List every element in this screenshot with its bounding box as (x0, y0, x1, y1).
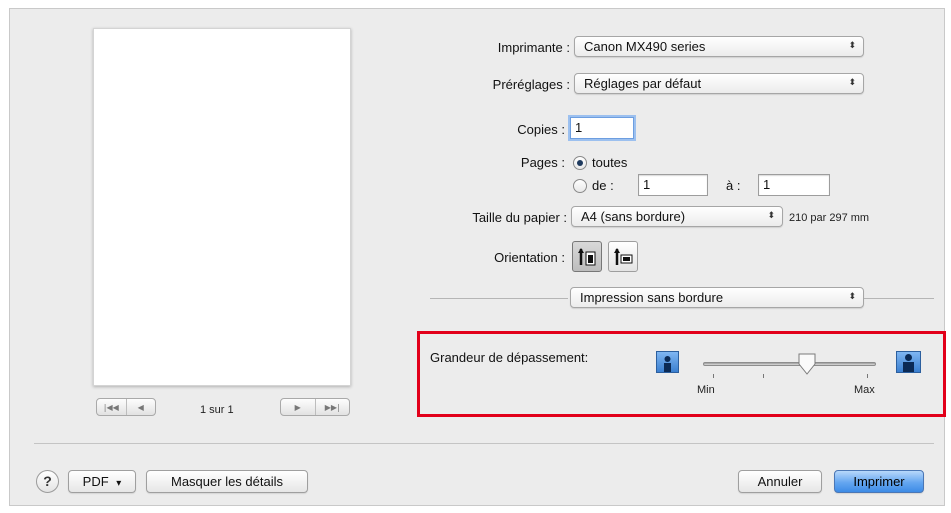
popup-arrows-icon: ⬍ (848, 41, 856, 51)
previous-page-button[interactable]: ◀ (125, 399, 156, 415)
landscape-orientation-button[interactable] (608, 241, 638, 272)
hide-details-button[interactable]: Masquer les détails (146, 470, 308, 493)
copies-label: Copies : (517, 122, 565, 137)
slider-tick (713, 374, 714, 378)
presets-popup[interactable]: Réglages par défaut ⬍ (574, 73, 864, 94)
section-popup-value: Impression sans bordure (580, 290, 724, 305)
presets-label: Préréglages : (492, 77, 570, 92)
pages-from-label: de : (592, 178, 614, 193)
chevron-down-icon: ▾ (116, 478, 122, 489)
preview-nav-forward-group: ▶ ▶▶| (280, 398, 350, 416)
extension-slider-track[interactable] (703, 362, 876, 366)
paper-size-value: A4 (sans bordure) (581, 209, 686, 224)
portrait-orientation-icon (578, 247, 596, 265)
slider-thumb-icon[interactable] (797, 353, 817, 375)
large-overhang-icon (896, 351, 921, 373)
next-page-button[interactable]: ▶ (281, 399, 315, 415)
pages-from-field[interactable]: 1 (638, 174, 708, 196)
help-icon: ? (43, 473, 52, 489)
popup-arrows-icon: ⬍ (848, 78, 856, 88)
help-button[interactable]: ? (36, 470, 59, 493)
extension-label: Grandeur de dépassement: (430, 350, 589, 365)
cancel-button[interactable]: Annuler (738, 470, 822, 493)
pages-to-field[interactable]: 1 (758, 174, 830, 196)
page-count-label: 1 sur 1 (200, 404, 234, 416)
paper-dimensions: 210 par 297 mm (789, 212, 870, 224)
pdf-menu-button[interactable]: PDF ▾ (68, 470, 136, 493)
orientation-label: Orientation : (494, 250, 565, 265)
portrait-orientation-button[interactable] (572, 241, 602, 272)
slider-min-label: Min (697, 384, 715, 396)
pdf-label: PDF (82, 474, 109, 489)
slider-tick (763, 374, 764, 378)
presets-value: Réglages par défaut (584, 76, 702, 91)
pages-all-label: toutes (592, 155, 628, 170)
bottom-divider (34, 443, 934, 444)
printer-popup[interactable]: Canon MX490 series ⬍ (574, 36, 864, 57)
person-figure-icon (664, 356, 671, 372)
pages-label: Pages : (520, 155, 565, 170)
pages-all-radio[interactable] (573, 156, 587, 170)
section-popup[interactable]: Impression sans bordure ⬍ (570, 287, 864, 308)
slider-tick (867, 374, 868, 378)
landscape-orientation-icon (614, 247, 633, 265)
last-page-button[interactable]: ▶▶| (314, 399, 350, 415)
slider-max-label: Max (854, 384, 875, 396)
small-overhang-icon (656, 351, 679, 373)
pages-range-radio[interactable] (573, 179, 587, 193)
pages-to-label: à : (726, 178, 741, 193)
print-button[interactable]: Imprimer (834, 470, 924, 493)
popup-arrows-icon: ⬍ (767, 211, 775, 221)
first-page-button[interactable]: |◀◀ (97, 399, 126, 415)
copies-field[interactable]: 1 (570, 117, 634, 139)
printer-label: Imprimante : (497, 40, 570, 55)
popup-arrows-icon: ⬍ (848, 292, 856, 302)
printer-value: Canon MX490 series (584, 39, 706, 54)
person-figure-icon (903, 354, 914, 372)
preview-nav-back-group: |◀◀ ◀ (96, 398, 156, 416)
section-separator-left (430, 298, 568, 299)
section-separator-right (864, 298, 934, 299)
page-preview (93, 28, 351, 386)
paper-size-label: Taille du papier : (472, 210, 567, 225)
paper-size-popup[interactable]: A4 (sans bordure) ⬍ (571, 206, 783, 227)
